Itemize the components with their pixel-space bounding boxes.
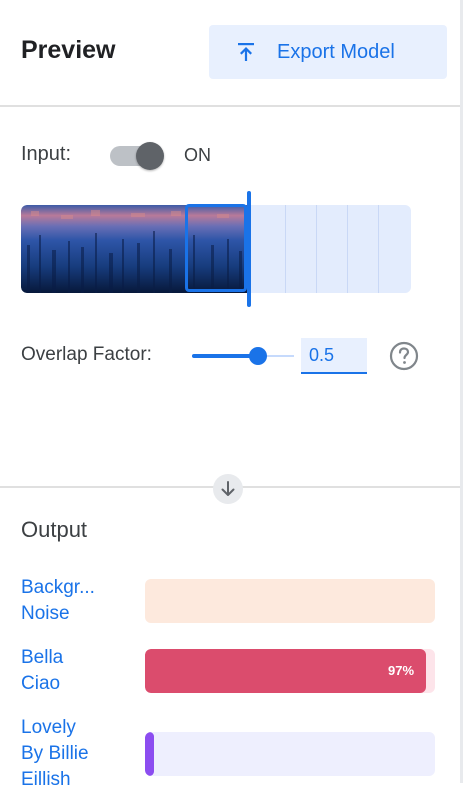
class-label-bella-ciao[interactable]: Bella Ciao [21, 645, 63, 697]
export-model-label: Export Model [277, 40, 395, 63]
grid-line [316, 205, 317, 293]
help-circle-icon[interactable] [389, 341, 419, 371]
overlap-factor-label: Overlap Factor: [21, 344, 152, 365]
spectrogram [21, 191, 411, 307]
confidence-bar [145, 732, 435, 776]
upload-icon [233, 39, 259, 65]
confidence-bar [145, 579, 435, 623]
export-model-button[interactable]: Export Model [209, 25, 447, 79]
page-title: Preview [21, 36, 116, 64]
class-label-line: Ciao [21, 673, 61, 694]
class-label-lovely[interactable]: Lovely By Billie Eillish [21, 715, 89, 793]
slider-knob[interactable] [249, 347, 267, 365]
confidence-percent: 97% [388, 663, 415, 678]
grid-line [378, 205, 379, 293]
arrow-down-icon [213, 474, 243, 504]
class-label-line: By Billie [21, 743, 89, 764]
class-label-line: Lovely [21, 717, 76, 738]
preview-header: Preview Export Model [0, 0, 460, 106]
input-label: Input: [21, 143, 72, 165]
header-divider [0, 105, 460, 107]
toggle-thumb [136, 142, 164, 170]
confidence-bar-fill [145, 649, 426, 693]
toggle-state-label: ON [184, 145, 211, 165]
class-label-line: Backgr... [21, 577, 95, 598]
overlap-factor-slider[interactable] [192, 344, 294, 368]
playhead[interactable] [247, 191, 251, 307]
grid-line [347, 205, 348, 293]
class-label-line: Eillish [21, 769, 71, 790]
overlap-factor-input[interactable] [301, 338, 367, 374]
output-title: Output [21, 517, 88, 542]
spectrogram-selection-window[interactable] [185, 204, 247, 292]
input-toggle[interactable] [110, 142, 164, 170]
confidence-bar: 97% [145, 649, 435, 693]
confidence-bar-fill [145, 732, 154, 776]
class-label-line: Noise [21, 603, 70, 624]
grid-line [285, 205, 286, 293]
class-label-line: Bella [21, 647, 64, 668]
class-label-background-noise[interactable]: Backgr... Noise [21, 575, 95, 627]
